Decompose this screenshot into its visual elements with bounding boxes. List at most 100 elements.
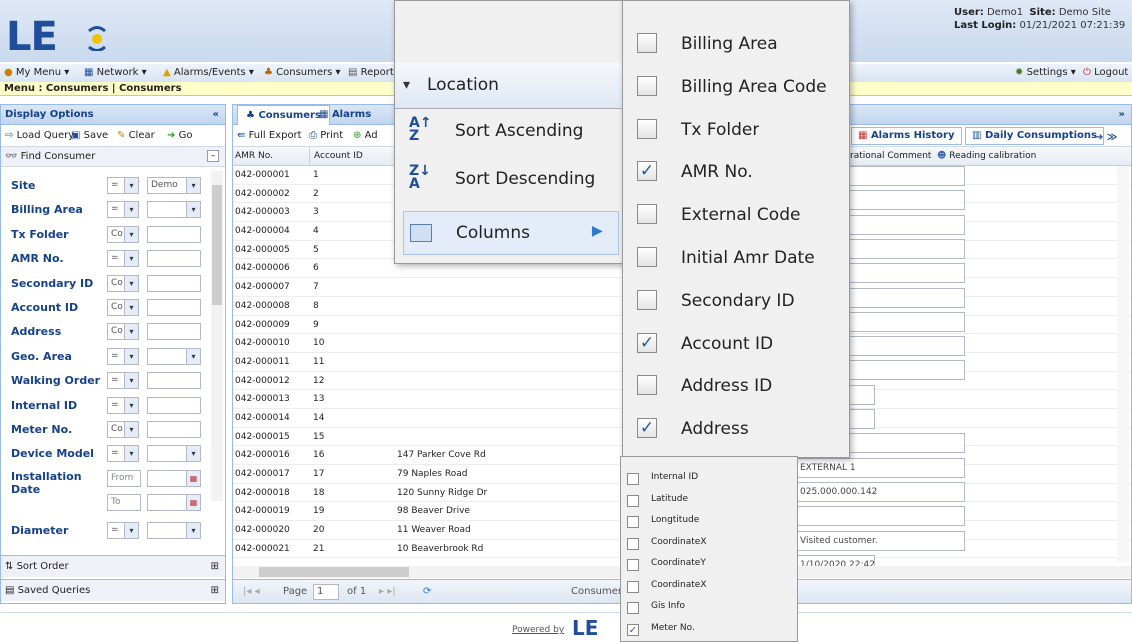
column-toggle-item[interactable]: Initial Amr Date: [623, 237, 849, 279]
checkbox[interactable]: [627, 516, 639, 528]
filter-operator[interactable]: = ▾: [107, 372, 139, 390]
tab-scroll-right-icon[interactable]: ➔ ≫: [1095, 127, 1117, 149]
column-toggle-item[interactable]: Tx Folder: [623, 109, 849, 151]
expand-icon[interactable]: ⊞: [211, 580, 219, 602]
checkbox[interactable]: [627, 559, 639, 571]
checkbox[interactable]: [627, 494, 639, 507]
menu-consumers[interactable]: ♣ Consumers ▾: [264, 64, 341, 82]
find-consumer-header[interactable]: 👓 Find Consumer –: [1, 147, 225, 167]
checkbox[interactable]: [627, 537, 639, 550]
columns-item[interactable]: Columns ▶: [403, 211, 619, 255]
refresh-icon[interactable]: ⟳: [423, 580, 431, 604]
page-input[interactable]: 1: [313, 584, 339, 600]
filter-value[interactable]: ▾: [147, 201, 201, 219]
location-header[interactable]: ▾ Location: [395, 63, 627, 109]
checkbox[interactable]: [637, 33, 657, 53]
column-toggle-item[interactable]: Account ID: [623, 323, 849, 365]
detail-field[interactable]: Visited customer.: [795, 530, 965, 551]
checkbox[interactable]: [637, 289, 657, 310]
filter-value[interactable]: [147, 323, 201, 341]
menu-network[interactable]: ▦ Network ▾: [84, 64, 147, 82]
column-toggle-item[interactable]: AMR No.: [623, 151, 849, 193]
scrollbar[interactable]: [211, 171, 223, 501]
checkbox[interactable]: [637, 375, 657, 396]
filter-value[interactable]: Demo ▾: [147, 177, 201, 194]
date-from-input[interactable]: From: [107, 469, 141, 487]
expand-icon[interactable]: ⊞: [211, 556, 219, 578]
checkbox[interactable]: [637, 247, 657, 267]
add-button[interactable]: ⊕ Ad: [353, 125, 378, 147]
date-to-picker[interactable]: ▦: [147, 493, 201, 511]
filter-operator[interactable]: = ▾: [107, 396, 139, 414]
v-scrollbar[interactable]: [1117, 166, 1129, 562]
filter-operator[interactable]: = ▾: [107, 201, 139, 219]
load-query-button[interactable]: ⇨ Load Query: [5, 125, 74, 147]
tab-alarms[interactable]: ▦ Alarms: [319, 105, 371, 125]
filter-operator[interactable]: = ▾: [107, 177, 139, 194]
checkbox[interactable]: [627, 602, 639, 614]
menu-alarms[interactable]: ▲ Alarms/Events ▾: [163, 64, 254, 82]
column-toggle-item[interactable]: CoordinateY: [621, 555, 797, 576]
first-page-button[interactable]: |◂ ◂: [243, 580, 260, 604]
column-toggle-item[interactable]: Latitude: [621, 491, 797, 512]
filter-value[interactable]: ▾: [147, 521, 201, 539]
print-button[interactable]: ⎙ Print: [309, 125, 343, 147]
scroll-tabs-icon[interactable]: »: [1119, 105, 1125, 125]
checked-checkbox[interactable]: [637, 332, 657, 353]
checked-checkbox[interactable]: [627, 623, 639, 636]
date-from-picker[interactable]: ▦: [147, 469, 201, 487]
filter-value[interactable]: ▾: [147, 445, 201, 463]
column-toggle-item[interactable]: External Code: [623, 194, 849, 236]
column-toggle-item[interactable]: Internal ID: [621, 469, 797, 490]
column-toggle-item[interactable]: Meter No.: [621, 620, 797, 641]
column-toggle-item[interactable]: CoordinateX: [621, 577, 797, 598]
filter-value[interactable]: [147, 421, 201, 438]
clear-button[interactable]: ✎ Clear: [117, 125, 155, 147]
column-header-amr[interactable]: AMR No.: [235, 147, 273, 166]
menu-settings[interactable]: ✹ Settings ▾: [1015, 64, 1076, 82]
sort-order-section[interactable]: ⇅ Sort Order ⊞: [1, 555, 225, 577]
filter-operator[interactable]: = ▾: [107, 521, 139, 539]
sort-ascending-item[interactable]: A↑ Z Sort Ascending: [395, 109, 627, 155]
filter-operator[interactable]: Co ▾: [107, 225, 139, 243]
go-button[interactable]: ➜ Go: [167, 125, 192, 147]
checkbox[interactable]: [627, 473, 639, 485]
minimize-icon[interactable]: –: [207, 150, 219, 162]
sort-descending-item[interactable]: Z↓ A Sort Descending: [395, 157, 627, 203]
saved-queries-section[interactable]: ▤ Saved Queries ⊞: [1, 579, 225, 601]
tab-daily-consumptions[interactable]: ▥ Daily Consumptions: [965, 127, 1104, 145]
column-toggle-item[interactable]: Billing Area Code: [623, 66, 849, 108]
column-toggle-item[interactable]: Address ID: [623, 365, 849, 407]
tab-consumers[interactable]: ♣ Consumers: [237, 105, 330, 125]
reading-calibration-button[interactable]: ☻ Reading calibration: [937, 147, 1036, 166]
menu-reports[interactable]: ▤ Report: [348, 64, 394, 82]
filter-operator[interactable]: = ▾: [107, 347, 139, 365]
detail-field[interactable]: 025.000.000.142: [795, 481, 965, 502]
column-toggle-item[interactable]: Gis Info: [621, 598, 797, 619]
filter-operator[interactable]: Co ▾: [107, 323, 139, 341]
filter-value[interactable]: [147, 372, 201, 390]
date-to-input[interactable]: To: [107, 493, 141, 511]
checked-checkbox[interactable]: [637, 161, 657, 182]
filter-operator[interactable]: Co ▾: [107, 421, 139, 438]
column-header-comment[interactable]: rational Comment: [850, 147, 931, 166]
filter-value[interactable]: [147, 274, 201, 292]
detail-field[interactable]: EXTERNAL 1: [795, 457, 965, 478]
filter-value[interactable]: [147, 299, 201, 316]
collapse-icon[interactable]: «: [213, 105, 219, 125]
checked-checkbox[interactable]: [637, 418, 657, 439]
checkbox[interactable]: [637, 118, 657, 139]
column-toggle-item[interactable]: CoordinateX: [621, 534, 797, 555]
checkbox[interactable]: [637, 204, 657, 225]
filter-operator[interactable]: Co ▾: [107, 274, 139, 292]
column-toggle-item[interactable]: Secondary ID: [623, 280, 849, 322]
column-toggle-item[interactable]: Billing Area: [623, 23, 849, 65]
filter-operator[interactable]: Co ▾: [107, 299, 139, 316]
filter-value[interactable]: [147, 396, 201, 414]
menu-logout[interactable]: ⏻ Logout: [1083, 64, 1128, 82]
next-page-button[interactable]: ▸ ▸|: [379, 580, 396, 604]
save-query-button[interactable]: ▣ Save: [71, 125, 108, 147]
column-header-account[interactable]: Account ID: [309, 147, 389, 166]
checkbox[interactable]: [627, 580, 639, 593]
tab-alarms-history[interactable]: ▦ Alarms History: [851, 127, 962, 145]
